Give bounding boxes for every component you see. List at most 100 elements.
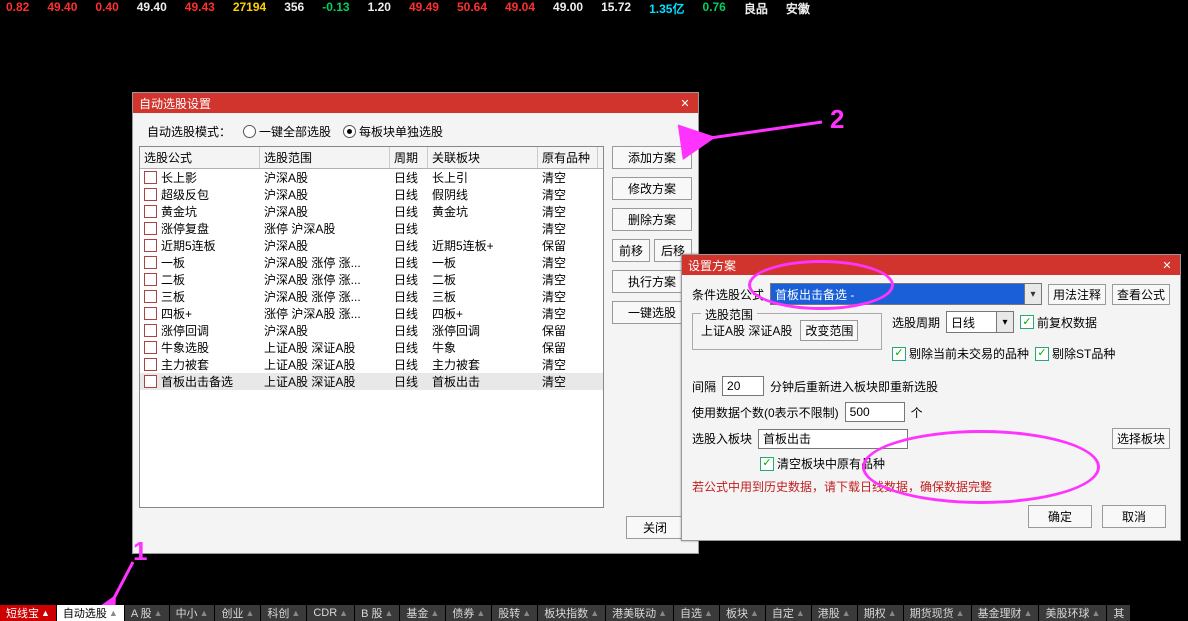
- row-checkbox[interactable]: [144, 239, 157, 252]
- bottom-tab[interactable]: 自动选股▲: [57, 605, 125, 621]
- close-icon[interactable]: ✕: [676, 95, 694, 111]
- row-checkbox[interactable]: [144, 256, 157, 269]
- chevron-down-icon[interactable]: ▾: [1024, 284, 1041, 304]
- radio-per-block[interactable]: 每板块单独选股: [343, 123, 443, 140]
- triangle-icon: ▲: [750, 608, 759, 618]
- table-row[interactable]: 牛象选股上证A股 深证A股日线牛象保留: [140, 339, 603, 356]
- window-titlebar[interactable]: 设置方案 ✕: [682, 255, 1180, 275]
- clear-original-checkbox[interactable]: 清空板块中原有品种: [760, 455, 885, 472]
- bottom-tab[interactable]: 港股▲: [812, 605, 858, 621]
- table-row[interactable]: 涨停复盘涨停 沪深A股日线清空: [140, 220, 603, 237]
- exec-plan-button[interactable]: 执行方案: [612, 270, 692, 293]
- table-row[interactable]: 二板沪深A股 涨停 涨...日线二板清空: [140, 271, 603, 288]
- bottom-tab[interactable]: 股转▲: [492, 605, 538, 621]
- bottom-tab[interactable]: 创业▲: [215, 605, 261, 621]
- bottom-tab[interactable]: 基金▲: [400, 605, 446, 621]
- row-cycle: 日线: [390, 203, 428, 220]
- pick-block-button[interactable]: 选择板块: [1112, 428, 1170, 449]
- col-block: 关联板块: [428, 147, 538, 168]
- delete-plan-button[interactable]: 删除方案: [612, 208, 692, 231]
- row-checkbox[interactable]: [144, 341, 157, 354]
- onekey-select-button[interactable]: 一键选股: [612, 301, 692, 324]
- window-titlebar[interactable]: 自动选股设置 ✕: [133, 93, 698, 113]
- bottom-tab[interactable]: 其: [1107, 605, 1131, 621]
- bottom-tab[interactable]: 自定▲: [766, 605, 812, 621]
- chevron-down-icon[interactable]: ▾: [996, 312, 1013, 332]
- radio-all[interactable]: 一键全部选股: [243, 123, 331, 140]
- row-block: 一板: [428, 254, 538, 271]
- bottom-tab[interactable]: 短线宝▲: [0, 605, 57, 621]
- table-row[interactable]: 长上影沪深A股日线长上引清空: [140, 169, 603, 186]
- row-block: 牛象: [428, 339, 538, 356]
- bottom-tab[interactable]: A 股▲: [125, 605, 170, 621]
- table-row[interactable]: 三板沪深A股 涨停 涨...日线三板清空: [140, 288, 603, 305]
- bottom-tab[interactable]: 基金理财▲: [972, 605, 1040, 621]
- table-row[interactable]: 主力被套上证A股 深证A股日线主力被套清空: [140, 356, 603, 373]
- row-checkbox[interactable]: [144, 375, 157, 388]
- table-row[interactable]: 近期5连板沪深A股日线近期5连板+保留: [140, 237, 603, 254]
- interval-input[interactable]: 20: [722, 376, 764, 396]
- usage-button[interactable]: 用法注释: [1048, 284, 1106, 305]
- bottom-tab[interactable]: 期权▲: [858, 605, 904, 621]
- move-prev-button[interactable]: 前移: [612, 239, 650, 262]
- intoblock-input[interactable]: 首板出击: [758, 429, 908, 449]
- row-checkbox[interactable]: [144, 307, 157, 320]
- table-row[interactable]: 超级反包沪深A股日线假阴线清空: [140, 186, 603, 203]
- row-name: 牛象选股: [161, 339, 209, 356]
- table-row[interactable]: 涨停回调沪深A股日线涨停回调保留: [140, 322, 603, 339]
- exclude-notrade-checkbox[interactable]: 剔除当前未交易的品种: [892, 345, 1029, 362]
- bottom-tab[interactable]: 债券▲: [446, 605, 492, 621]
- table-row[interactable]: 首板出击备选上证A股 深证A股日线首板出击清空: [140, 373, 603, 390]
- close-icon[interactable]: ✕: [1158, 257, 1176, 273]
- triangle-icon: ▲: [339, 608, 348, 618]
- bottom-tab[interactable]: 板块指数▲: [538, 605, 606, 621]
- bottom-tab[interactable]: CDR▲: [307, 605, 355, 621]
- auto-stock-settings-window: 自动选股设置 ✕ 自动选股模式： 一键全部选股 每板块单独选股 选股公式 选股范…: [132, 92, 699, 554]
- row-checkbox[interactable]: [144, 324, 157, 337]
- annotation-number-2: 2: [830, 104, 844, 135]
- cancel-button[interactable]: 取消: [1102, 505, 1166, 528]
- bottom-tab[interactable]: 港美联动▲: [606, 605, 674, 621]
- ticker-value: 49.40: [137, 0, 167, 14]
- row-cycle: 日线: [390, 373, 428, 390]
- fq-checkbox[interactable]: 前复权数据: [1020, 314, 1097, 331]
- bottom-tab[interactable]: B 股▲: [355, 605, 400, 621]
- ok-button[interactable]: 确定: [1028, 505, 1092, 528]
- change-range-button[interactable]: 改变范围: [800, 320, 858, 341]
- cycle-select[interactable]: 日线 ▾: [946, 311, 1014, 333]
- bottom-tab[interactable]: 科创▲: [261, 605, 307, 621]
- row-checkbox[interactable]: [144, 358, 157, 371]
- formula-combo[interactable]: 首板出击备选 - ▾: [770, 283, 1042, 305]
- ticker-value: 50.64: [457, 0, 487, 14]
- add-plan-button[interactable]: 添加方案: [612, 146, 692, 169]
- bottom-tab[interactable]: 自选▲: [674, 605, 720, 621]
- row-checkbox[interactable]: [144, 273, 157, 286]
- exclude-st-checkbox[interactable]: 剔除ST品种: [1035, 345, 1115, 362]
- row-cycle: 日线: [390, 271, 428, 288]
- table-row[interactable]: 一板沪深A股 涨停 涨...日线一板清空: [140, 254, 603, 271]
- row-checkbox[interactable]: [144, 222, 157, 235]
- row-checkbox[interactable]: [144, 171, 157, 184]
- ticker-value: 27194: [233, 0, 266, 14]
- table-row[interactable]: 黄金坑沪深A股日线黄金坑清空: [140, 203, 603, 220]
- row-cycle: 日线: [390, 356, 428, 373]
- ticker-value: 15.72: [601, 0, 631, 14]
- close-button[interactable]: 关闭: [626, 516, 684, 539]
- grid-header: 选股公式 选股范围 周期 关联板块 原有品种: [140, 147, 603, 169]
- row-checkbox[interactable]: [144, 290, 157, 303]
- row-checkbox[interactable]: [144, 188, 157, 201]
- row-checkbox[interactable]: [144, 205, 157, 218]
- row-range: 沪深A股: [260, 203, 390, 220]
- plan-grid[interactable]: 选股公式 选股范围 周期 关联板块 原有品种 长上影沪深A股日线长上引清空超级反…: [139, 146, 604, 508]
- bottom-tab[interactable]: 板块▲: [720, 605, 766, 621]
- table-row[interactable]: 四板+涨停 沪深A股 涨...日线四板+清空: [140, 305, 603, 322]
- bottom-tab[interactable]: 期货现货▲: [904, 605, 972, 621]
- bottom-tab[interactable]: 美股环球▲: [1039, 605, 1107, 621]
- ticker-value: 安徽: [786, 0, 810, 14]
- bottom-tab[interactable]: 中小▲: [170, 605, 216, 621]
- edit-plan-button[interactable]: 修改方案: [612, 177, 692, 200]
- interval-label: 间隔: [692, 378, 716, 395]
- view-formula-button[interactable]: 查看公式: [1112, 284, 1170, 305]
- datacount-input[interactable]: 500: [845, 402, 905, 422]
- row-name: 黄金坑: [161, 203, 197, 220]
